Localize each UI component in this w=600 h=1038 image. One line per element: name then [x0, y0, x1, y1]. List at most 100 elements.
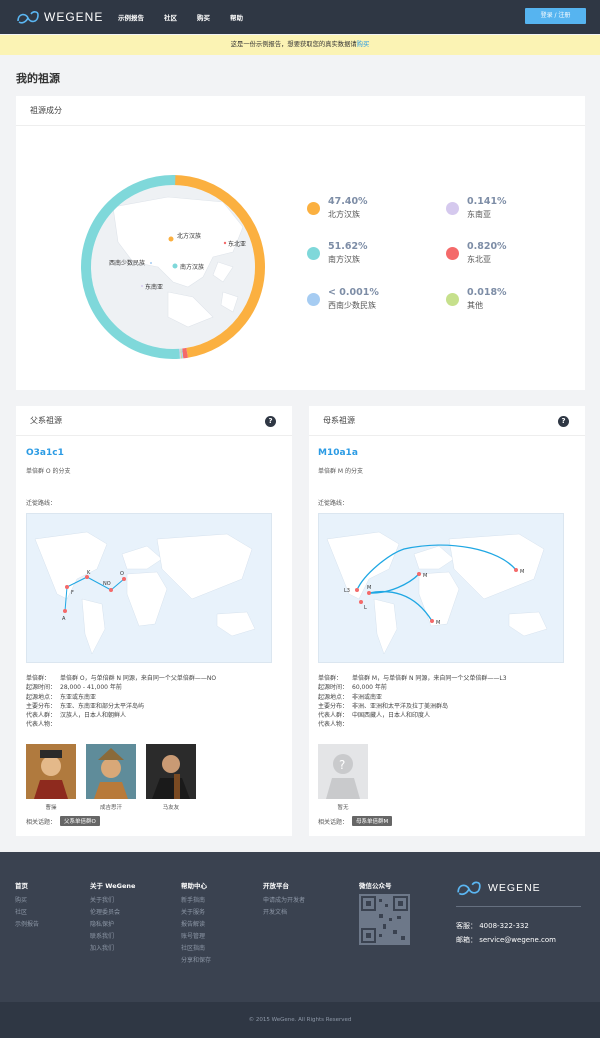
copyright: © 2015 WeGene. All Rights Reserved: [0, 1002, 600, 1038]
info-value: 东亚、东南亚和部分太平洋岛屿: [60, 702, 145, 710]
marker-southwest-minority: [150, 262, 152, 264]
paternal-route-label: 迁徙路线：: [26, 500, 57, 507]
login-register-button[interactable]: 登录 / 注册: [525, 8, 586, 24]
person-genghis-khan[interactable]: 成吉思汗: [86, 744, 136, 811]
footer-link[interactable]: 隐私保护: [90, 919, 135, 931]
support-email[interactable]: 邮箱： service@wegene.com: [456, 933, 556, 947]
map-label-south-han: 南方汉族: [180, 263, 204, 271]
maternal-migration-map: L3 M L M M M: [318, 513, 564, 663]
route-label-l3: L3: [344, 588, 350, 594]
nav-link-buy[interactable]: 购买: [197, 12, 210, 22]
legend-dot: [307, 293, 320, 306]
legend-pct: 0.018%: [467, 287, 507, 298]
footer-link[interactable]: 示例报告: [15, 919, 39, 931]
route-label-m-origin: M: [367, 585, 371, 591]
person-placeholder[interactable]: ? 暂无: [318, 744, 368, 811]
portrait-image: [86, 744, 136, 799]
brand-logo[interactable]: WEGENE: [16, 9, 103, 25]
marker-northeast-asia: [223, 241, 227, 245]
donut-slice-东北亚[interactable]: [182, 347, 188, 359]
qr-pattern: [361, 896, 408, 943]
person-name: 暂无: [337, 805, 349, 811]
route-point-m-america: [514, 568, 518, 572]
portrait-image: [26, 744, 76, 799]
route-label-m-asia: M: [423, 573, 427, 579]
footer-link[interactable]: 开发文档: [263, 907, 305, 919]
footer-link[interactable]: 账号管理: [181, 931, 211, 943]
footer-contact: 客服： 4008-322-332 邮箱： service@wegene.com: [456, 919, 556, 947]
marker-south-han: [172, 263, 178, 269]
footer-col-wechat: 微信公众号: [359, 880, 392, 895]
route-point-no: [109, 588, 113, 592]
paternal-lineage-card: 父系祖源 ? O3a1c1 单倍群 O 的分支 迁徙路线： A F K NO O: [16, 406, 292, 836]
maternal-topics: 相关话题： 母系单倍群M: [318, 816, 393, 826]
marker-southeast-asia: [141, 285, 143, 287]
footer-link[interactable]: 报告解读: [181, 919, 211, 931]
legend-name: 南方汉族: [328, 255, 360, 264]
maternal-info: 单倍群： 单倍群 M，与单倍群 N 同源，来自同一个父单倍群——L3 起源时间： 6…: [318, 674, 507, 730]
nav-link-sample-report[interactable]: 示例报告: [118, 12, 144, 22]
route-point-o: [122, 577, 126, 581]
info-key: 起源时间：: [26, 684, 57, 692]
footer-col-help: 帮助中心 新手指南 关于服务 报告解读 账号管理 社区指南 分享和保存: [181, 880, 211, 967]
maternal-route-label: 迁徙路线：: [318, 500, 349, 507]
route-point-m-oceania: [430, 619, 434, 623]
info-key: 起源时间：: [318, 684, 349, 692]
legend-pct: 0.820%: [467, 241, 507, 252]
legend-dot: [446, 202, 459, 215]
maternal-lineage-card: 母系祖源 ? M10a1a 单倍群 M 的分支 迁徙路线： L3 M L M M…: [309, 406, 585, 836]
person-cao-cao[interactable]: 曹操: [26, 744, 76, 811]
footer-link[interactable]: 关于服务: [181, 907, 211, 919]
footer-link[interactable]: 加入我们: [90, 943, 135, 955]
nav-link-help[interactable]: 帮助: [230, 12, 243, 22]
topic-tag[interactable]: 母系单倍群M: [352, 816, 393, 826]
info-key: 代表人群：: [26, 712, 57, 720]
footer-link[interactable]: 购买: [15, 895, 39, 907]
avatar-placeholder-icon: ?: [318, 744, 368, 799]
legend-dot: [446, 293, 459, 306]
top-nav: WEGENE 示例报告 社区 购买 帮助 登录 / 注册: [0, 0, 600, 34]
help-icon[interactable]: ?: [558, 416, 569, 427]
notice-text: 这是一份示例报告，想要获取您的真实数据请: [230, 41, 357, 48]
legend-dot: [446, 247, 459, 260]
help-icon[interactable]: ?: [265, 416, 276, 427]
footer-link[interactable]: 关于我们: [90, 895, 135, 907]
maternal-card-header: 母系祖源: [309, 406, 585, 436]
person-name: 曹操: [45, 805, 57, 811]
topic-tag[interactable]: 父系单倍群O: [60, 816, 100, 826]
info-key: 代表人群：: [318, 712, 349, 720]
notice-buy-link[interactable]: 购买: [357, 41, 370, 48]
legend-pct: 0.141%: [467, 196, 507, 207]
legend-dot: [307, 202, 320, 215]
footer-link[interactable]: 联系我们: [90, 931, 135, 943]
wechat-qr-code-icon: [359, 894, 410, 945]
footer-link[interactable]: 社区: [15, 907, 39, 919]
route-point-m-asia: [417, 572, 421, 576]
footer-link[interactable]: 伦理委员会: [90, 907, 135, 919]
footer-link[interactable]: 新手指南: [181, 895, 211, 907]
info-key: 主要分布：: [318, 702, 349, 710]
info-value: 非洲或南亚: [352, 693, 383, 701]
footer-link[interactable]: 申请成为开发者: [263, 895, 305, 907]
footer-col-about: 关于 WeGene 关于我们 伦理委员会 隐私保护 联系我们 加入我们: [90, 880, 135, 955]
legend-southwest-minority: < 0.001% 西南少数民族: [307, 287, 379, 311]
person-name: 马友友: [162, 805, 180, 811]
footer-brand-logo[interactable]: WEGENE: [456, 879, 541, 897]
ancestry-composition-card: 祖源成分 北方汉族 东北亚 西南少数民族 南方汉族 东南亚 47.40% 北方汉族…: [16, 96, 585, 390]
world-map-svg: A F K NO O: [34, 531, 256, 655]
legend-name: 北方汉族: [328, 210, 360, 219]
legend-south-han: 51.62% 南方汉族: [307, 241, 368, 265]
map-label-northeast-asia: 东北亚: [228, 240, 246, 248]
world-map-svg: L3 M L M M M: [326, 531, 548, 655]
map-label-north-han: 北方汉族: [177, 232, 201, 240]
nav-link-community[interactable]: 社区: [164, 12, 177, 22]
legend-other: 0.018% 其他: [446, 287, 507, 311]
footer-link[interactable]: 分享和保存: [181, 955, 211, 967]
person-yo-yo-ma[interactable]: 马友友: [146, 744, 196, 811]
ancestry-card-header: 祖源成分: [16, 96, 585, 126]
footer-col-title: 微信公众号: [359, 882, 392, 890]
info-value: 东亚或东南亚: [60, 693, 97, 701]
footer-col-title: 开放平台: [263, 882, 289, 890]
footer-brand-name: WEGENE: [488, 882, 541, 894]
footer-link[interactable]: 社区指南: [181, 943, 211, 955]
